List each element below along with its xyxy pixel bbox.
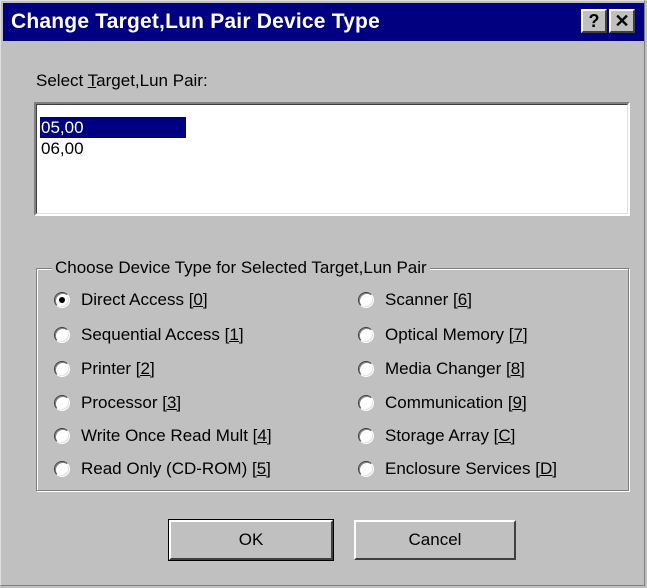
radio-communication[interactable]: Communication [9] bbox=[358, 392, 527, 414]
radio-enclosure-services[interactable]: Enclosure Services [D] bbox=[358, 458, 557, 480]
radio-direct-access[interactable]: Direct Access [0] bbox=[54, 289, 208, 311]
target-lun-listbox[interactable]: 05,00 06,00 bbox=[34, 102, 630, 216]
radio-label: Scanner [6] bbox=[385, 290, 472, 309]
help-button[interactable]: ? bbox=[581, 9, 607, 33]
listbox-frame: 05,00 06,00 bbox=[36, 104, 628, 214]
radio-media-changer[interactable]: Media Changer [8] bbox=[358, 358, 525, 380]
radio-label: Processor [3] bbox=[81, 393, 182, 412]
close-icon: ✕ bbox=[614, 10, 630, 31]
radio-printer[interactable]: Printer [2] bbox=[54, 358, 155, 380]
close-button[interactable]: ✕ bbox=[609, 9, 635, 33]
radio-storage-array[interactable]: Storage Array [C] bbox=[358, 425, 515, 447]
device-type-legend: Choose Device Type for Selected Target,L… bbox=[52, 258, 430, 278]
radio-processor[interactable]: Processor [3] bbox=[54, 392, 181, 414]
target-lun-label: Select Target,Lun Pair: bbox=[36, 71, 208, 91]
target-lun-label-post: arget,Lun Pair: bbox=[96, 71, 208, 90]
radio-label: Communication [9] bbox=[385, 393, 527, 412]
radio-label: Storage Array [C] bbox=[385, 426, 516, 445]
radio-label: Direct Access [0] bbox=[81, 290, 208, 309]
radio-unchecked-icon bbox=[54, 361, 70, 377]
radio-checked-icon bbox=[54, 292, 70, 308]
radio-label: Printer [2] bbox=[81, 359, 155, 378]
radio-sequential-access[interactable]: Sequential Access [1] bbox=[54, 324, 244, 346]
list-item-06-00[interactable]: 06,00 bbox=[40, 138, 186, 159]
ok-button[interactable]: OK bbox=[168, 519, 334, 561]
radio-label: Optical Memory [7] bbox=[385, 325, 528, 344]
radio-unchecked-icon bbox=[54, 461, 70, 477]
radio-scanner[interactable]: Scanner [6] bbox=[358, 289, 472, 311]
radio-label: Read Only (CD-ROM) [5] bbox=[81, 459, 271, 478]
radio-unchecked-icon bbox=[358, 292, 374, 308]
radio-unchecked-icon bbox=[358, 461, 374, 477]
target-lun-label-accel: T bbox=[87, 71, 97, 90]
radio-unchecked-icon bbox=[358, 327, 374, 343]
radio-label: Media Changer [8] bbox=[385, 359, 525, 378]
cancel-button[interactable]: Cancel bbox=[354, 520, 516, 560]
radio-unchecked-icon bbox=[358, 395, 374, 411]
radio-read-only-cd-rom[interactable]: Read Only (CD-ROM) [5] bbox=[54, 458, 271, 480]
window-title: Change Target,Lun Pair Device Type bbox=[11, 10, 380, 33]
radio-label: Write Once Read Mult [4] bbox=[81, 426, 272, 445]
radio-unchecked-icon bbox=[54, 428, 70, 444]
radio-write-once-read-mult[interactable]: Write Once Read Mult [4] bbox=[54, 425, 272, 447]
list-item-05-00[interactable]: 05,00 bbox=[40, 117, 186, 138]
target-lun-label-pre: Select bbox=[36, 71, 88, 90]
radio-unchecked-icon bbox=[358, 361, 374, 377]
radio-label: Enclosure Services [D] bbox=[385, 459, 557, 478]
radio-label: Sequential Access [1] bbox=[81, 325, 244, 344]
title-bar[interactable]: Change Target,Lun Pair Device Type ? ✕ bbox=[3, 3, 644, 41]
radio-unchecked-icon bbox=[358, 428, 374, 444]
radio-optical-memory[interactable]: Optical Memory [7] bbox=[358, 324, 528, 346]
radio-unchecked-icon bbox=[54, 395, 70, 411]
help-icon: ? bbox=[588, 10, 600, 31]
radio-unchecked-icon bbox=[54, 327, 70, 343]
change-device-type-dialog: Change Target,Lun Pair Device Type ? ✕ S… bbox=[0, 0, 645, 586]
